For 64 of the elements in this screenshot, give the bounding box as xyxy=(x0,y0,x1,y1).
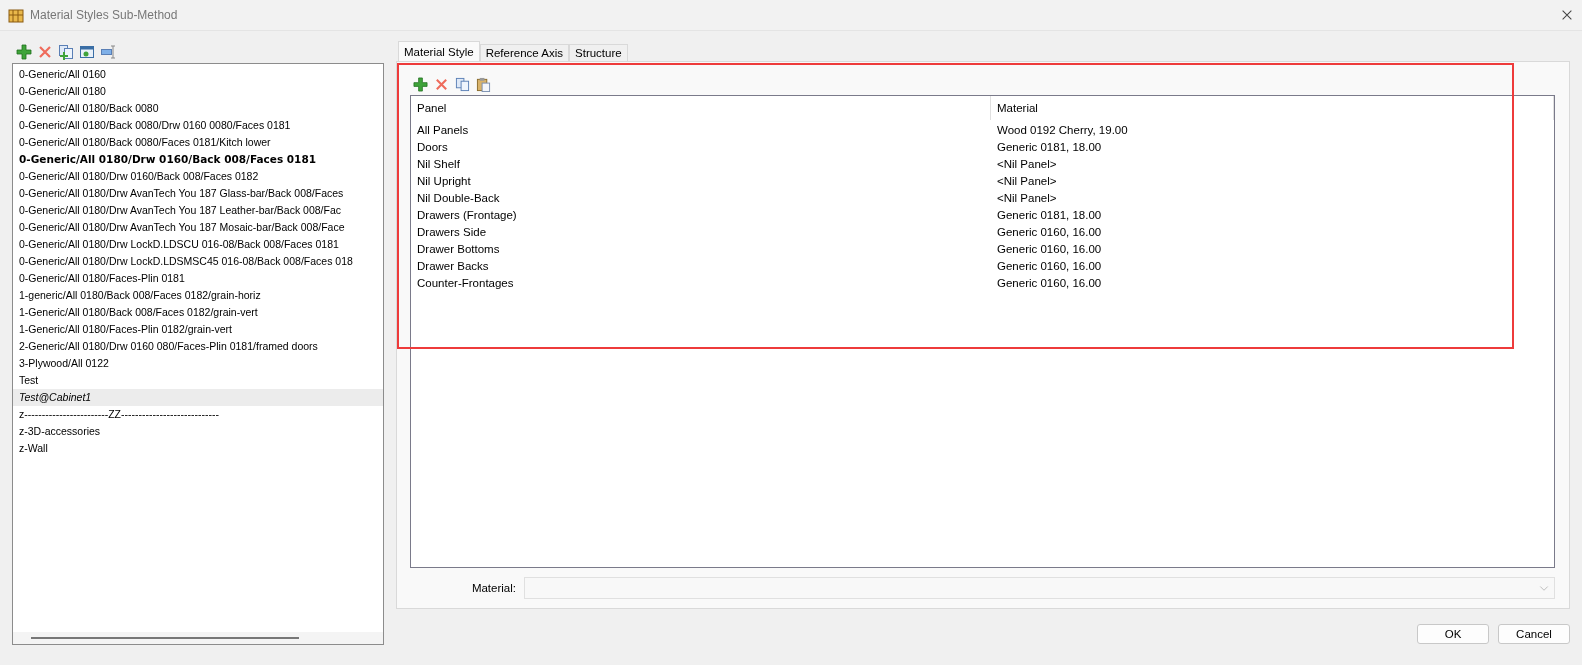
list-item[interactable]: 0-Generic/All 0180/Drw 0160/Back 008/Faces 0182 xyxy=(13,168,383,185)
table-cell-text: Generic 0181, 18.00 xyxy=(996,208,1103,223)
list-item[interactable]: 0-Generic/All 0180/Back 0080/Faces 0181/Kitch lower xyxy=(13,134,383,151)
list-item[interactable]: 0-Generic/All 0180/Drw AvanTech You 187 Mosaic-bar/Back 008/Face xyxy=(13,219,383,236)
copy-icon[interactable] xyxy=(455,76,470,92)
table-cell-text: <Nil Panel> xyxy=(996,174,1058,189)
list-item[interactable]: 0-Generic/All 0180/Drw AvanTech You 187 Glass-bar/Back 008/Faces xyxy=(13,185,383,202)
list-item[interactable]: 0-Generic/All 0180/Back 0080/Drw 0160 0080/Faces 0181 xyxy=(13,117,383,134)
dialog-button[interactable]: Cancel xyxy=(1498,624,1570,644)
dialog-button[interactable]: OK xyxy=(1417,624,1489,644)
table-cell-text: Nil Upright xyxy=(416,174,472,189)
column-header[interactable]: Panel xyxy=(411,96,991,120)
delete-icon[interactable] xyxy=(37,44,53,60)
add-icon[interactable] xyxy=(16,44,32,60)
list-item[interactable]: Test xyxy=(13,372,383,389)
list-item[interactable]: 0-Generic/All 0180/Back 0080 xyxy=(13,100,383,117)
app-icon xyxy=(8,7,24,23)
list-item[interactable]: 1-Generic/All 0180/Back 008/Faces 0182/grain-vert xyxy=(13,304,383,321)
list-item[interactable]: 0-Generic/All 0180/Drw LockD.LDSMSC45 016-08/Back 008/Faces 018 xyxy=(13,253,383,270)
table-cell-text: Doors xyxy=(416,140,449,155)
list-item[interactable]: 1-generic/All 0180/Back 008/Faces 0182/grain-horiz xyxy=(13,287,383,304)
table-cell-text: Drawers Side xyxy=(416,225,488,240)
list-item[interactable]: 1-Generic/All 0180/Faces-Plin 0182/grain-vert xyxy=(13,321,383,338)
table-cell-text: Generic 0160, 16.00 xyxy=(996,225,1103,240)
table-cell-text: Drawers (Frontage) xyxy=(416,208,518,223)
tab[interactable]: Material Style xyxy=(398,41,480,61)
material-label: Material: xyxy=(470,582,516,594)
list-item[interactable]: Test@Cabinet1 xyxy=(13,389,383,406)
rename-icon[interactable] xyxy=(100,44,116,60)
list-item[interactable]: z------------------------ZZ---------------------------- xyxy=(13,406,383,423)
list-item[interactable]: 0-Generic/All 0160 xyxy=(13,66,383,83)
window-title: Material Styles Sub-Method xyxy=(30,8,179,22)
list-item[interactable]: 2-Generic/All 0180/Drw 0160 080/Faces-Plin 0181/framed doors xyxy=(13,338,383,355)
table-cell-text: Counter-Frontages xyxy=(416,276,515,291)
list-item[interactable]: z-3D-accessories xyxy=(13,423,383,440)
tab[interactable]: Reference Axis xyxy=(479,44,570,61)
list-item[interactable]: 0-Generic/All 0180/Drw LockD.LDSCU 016-08/Back 008/Faces 0181 xyxy=(13,236,383,253)
table-cell-text: Drawer Bottoms xyxy=(416,242,501,257)
table-cell-text: <Nil Panel> xyxy=(996,157,1058,172)
list-item[interactable]: z-Wall xyxy=(13,440,383,457)
window-icon[interactable] xyxy=(79,44,95,60)
tab[interactable]: Structure xyxy=(569,44,628,61)
table-cell-text: Generic 0160, 16.00 xyxy=(996,242,1103,257)
list-item[interactable]: 3-Plywood/All 0122 xyxy=(13,355,383,372)
list-item[interactable]: 0-Generic/All 0180/Drw 0160/Back 008/Faces 0181 xyxy=(13,151,383,168)
horizontal-scrollbar[interactable] xyxy=(13,632,383,644)
table-cell-text: Wood 0192 Cherry, 19.00 xyxy=(996,123,1129,138)
list-item[interactable]: 0-Generic/All 0180/Drw AvanTech You 187 Leather-bar/Back 008/Fac xyxy=(13,202,383,219)
table-cell-text: Nil Shelf xyxy=(416,157,461,172)
paste-icon[interactable] xyxy=(476,76,491,92)
table-cell-text: Generic 0160, 16.00 xyxy=(996,259,1103,274)
table-cell-text: Generic 0181, 18.00 xyxy=(996,140,1103,155)
column-header[interactable]: Material xyxy=(991,96,1554,120)
table-cell-text: Nil Double-Back xyxy=(416,191,501,206)
delete-icon[interactable] xyxy=(434,76,449,92)
table-cell-text: <Nil Panel> xyxy=(996,191,1058,206)
table-cell-text: All Panels xyxy=(416,123,470,138)
table-cell-text: Drawer Backs xyxy=(416,259,490,274)
add-icon[interactable] xyxy=(413,76,428,92)
copy-icon[interactable] xyxy=(58,44,74,60)
list-item[interactable]: 0-Generic/All 0180 xyxy=(13,83,383,100)
table-cell-text: Generic 0160, 16.00 xyxy=(996,276,1103,291)
close-icon[interactable] xyxy=(1560,8,1574,22)
list-item[interactable]: 0-Generic/All 0180/Faces-Plin 0181 xyxy=(13,270,383,287)
